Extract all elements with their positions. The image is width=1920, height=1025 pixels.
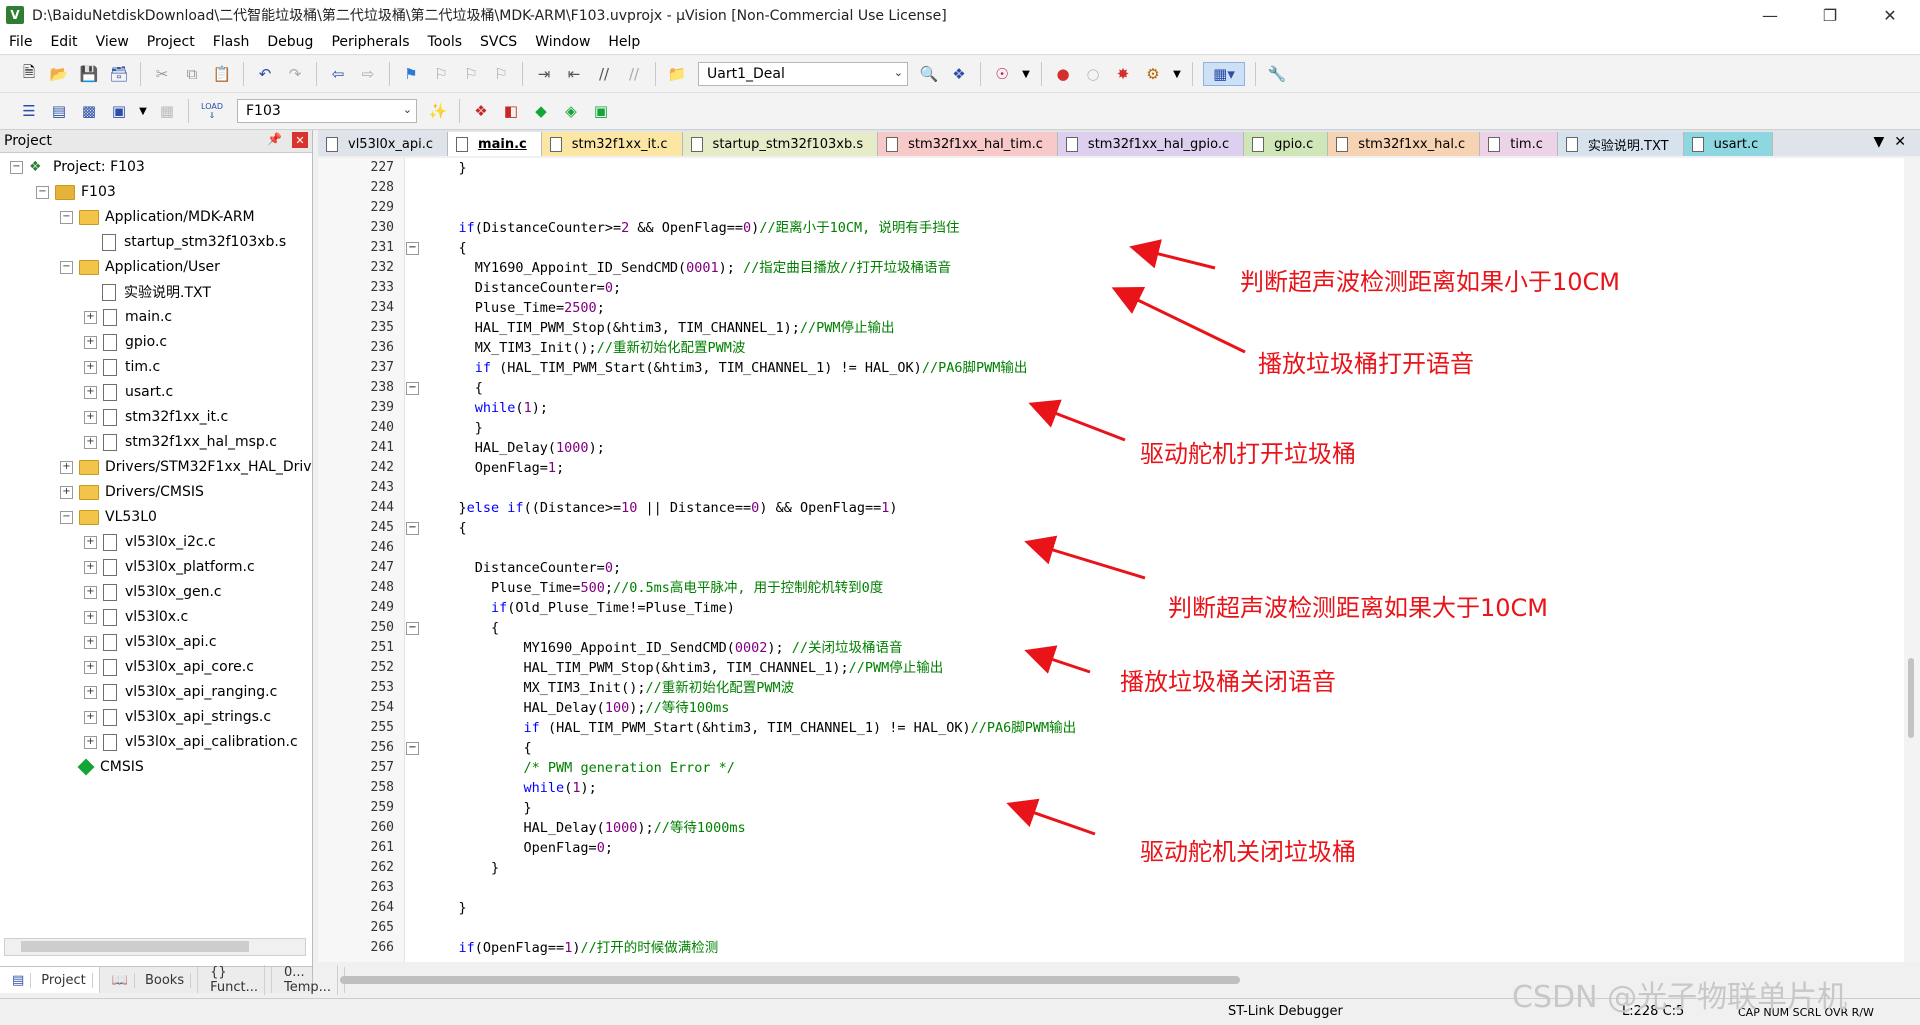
annotation-arrow	[1024, 535, 1146, 580]
annotation-arrow	[1028, 399, 1126, 442]
annotation-arrow	[1111, 286, 1246, 354]
watermark: CSDN @光子物联单片机	[1512, 980, 1848, 1015]
annotation-arrows	[1006, 239, 1246, 836]
annotation-text: 判断超声波检测距离如果小于10CM	[1240, 268, 1621, 296]
annotation-arrow	[1024, 645, 1091, 674]
annotation-arrow	[1129, 239, 1216, 270]
annotation-arrow	[1006, 798, 1096, 836]
debugger-status: ST-Link Debugger	[1228, 1004, 1343, 1019]
annotation-text: 驱动舵机打开垃圾桶	[1140, 440, 1356, 468]
annotation-text: 播放垃圾桶关闭语音	[1120, 668, 1336, 696]
annotation-text: 驱动舵机关闭垃圾桶	[1140, 838, 1356, 866]
annotation-text: 判断超声波检测距离如果大于10CM	[1168, 594, 1549, 622]
annotation-text: 播放垃圾桶打开语音	[1258, 350, 1474, 378]
